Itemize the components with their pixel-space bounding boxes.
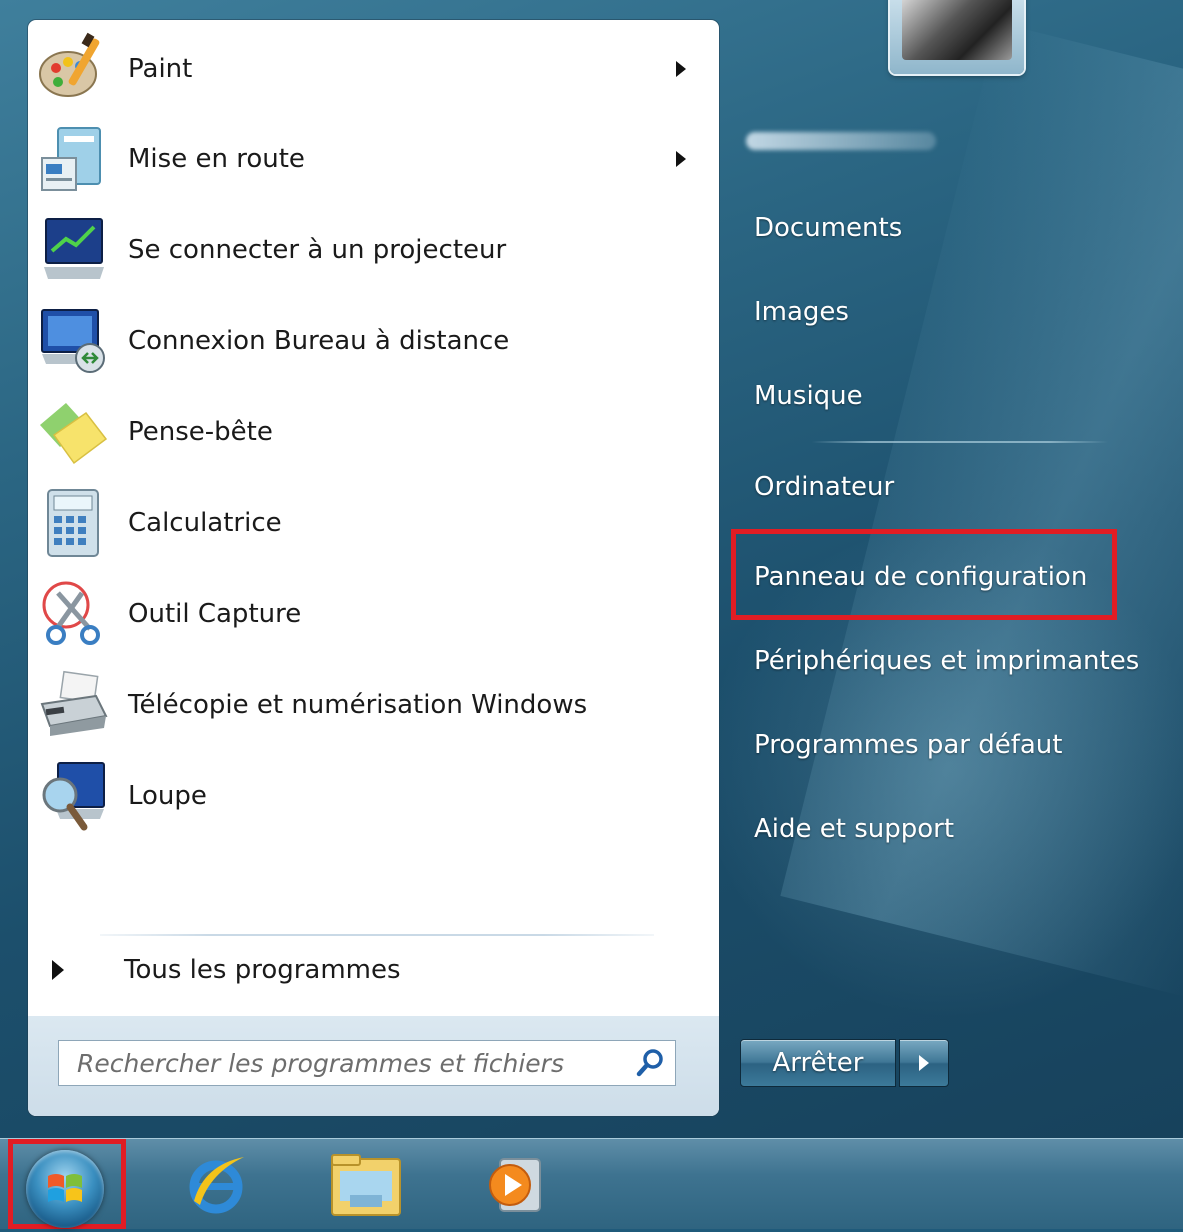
right-item-documents[interactable]: Documents [740, 198, 902, 258]
snipping-tool-icon [36, 577, 110, 651]
user-picture[interactable] [890, 0, 1024, 74]
program-item-projector[interactable]: Se connecter à un projecteur [28, 205, 719, 295]
divider [812, 441, 1108, 443]
submenu-arrow-icon[interactable] [676, 61, 686, 77]
search-box [58, 1040, 676, 1086]
divider [100, 934, 654, 936]
right-item-default-programs[interactable]: Programmes par défaut [740, 715, 1062, 775]
program-label: Pense-bête [128, 417, 273, 447]
getting-started-icon [36, 122, 110, 196]
program-item-sticky-notes[interactable]: Pense-bête [28, 387, 719, 477]
shutdown-group: Arrêter [740, 1039, 949, 1087]
media-player-icon[interactable] [472, 1147, 552, 1223]
program-item-fax-scan[interactable]: Télécopie et numérisation Windows [28, 660, 719, 750]
all-programs-button[interactable]: Tous les programmes [44, 945, 704, 995]
right-item-help-support[interactable]: Aide et support [740, 799, 954, 859]
shutdown-button[interactable]: Arrêter [740, 1039, 896, 1087]
program-item-remote-desktop[interactable]: Connexion Bureau à distance [28, 296, 719, 386]
search-icon[interactable] [635, 1048, 665, 1078]
calculator-icon [36, 486, 110, 560]
search-input[interactable] [59, 1041, 619, 1085]
remote-desktop-icon [36, 304, 110, 378]
magnifier-icon [36, 759, 110, 833]
program-label: Se connecter à un projecteur [128, 235, 507, 265]
right-item-music[interactable]: Musique [740, 366, 863, 426]
shutdown-options-button[interactable] [899, 1039, 949, 1087]
file-explorer-icon[interactable] [326, 1147, 406, 1223]
program-label: Mise en route [128, 144, 305, 174]
user-name-blurred[interactable] [746, 132, 936, 150]
program-item-paint[interactable]: Paint [28, 24, 719, 114]
program-label: Télécopie et numérisation Windows [128, 690, 588, 720]
program-label: Loupe [128, 781, 207, 811]
right-item-computer[interactable]: Ordinateur [740, 457, 894, 517]
start-menu: Paint Mise en route Se connecter à un pr… [0, 0, 1183, 1138]
program-label: Connexion Bureau à distance [128, 326, 510, 356]
program-item-getting-started[interactable]: Mise en route [28, 114, 719, 204]
projector-icon [36, 213, 110, 287]
start-orb-icon [26, 1150, 104, 1228]
fax-scan-icon [36, 668, 110, 742]
right-item-devices-printers[interactable]: Périphériques et imprimantes [740, 631, 1139, 691]
program-item-snipping-tool[interactable]: Outil Capture [28, 569, 719, 659]
program-label: Paint [128, 54, 193, 84]
chevron-right-icon [52, 960, 64, 980]
highlight-annotation [731, 529, 1117, 620]
program-label: Outil Capture [128, 599, 302, 629]
program-label: Calculatrice [128, 508, 282, 538]
program-item-calculator[interactable]: Calculatrice [28, 478, 719, 568]
paint-icon [36, 32, 110, 106]
program-panel: Paint Mise en route Se connecter à un pr… [28, 20, 719, 1116]
avatar [902, 0, 1012, 60]
all-programs-label: Tous les programmes [124, 955, 401, 985]
taskbar [0, 1138, 1183, 1229]
sticky-notes-icon [36, 395, 110, 469]
submenu-arrow-icon[interactable] [676, 151, 686, 167]
program-item-magnifier[interactable]: Loupe [28, 751, 719, 841]
chevron-right-icon [919, 1055, 929, 1071]
start-button[interactable] [8, 1139, 126, 1229]
search-area [28, 1016, 719, 1116]
right-item-images[interactable]: Images [740, 282, 849, 342]
internet-explorer-icon[interactable] [176, 1147, 256, 1223]
